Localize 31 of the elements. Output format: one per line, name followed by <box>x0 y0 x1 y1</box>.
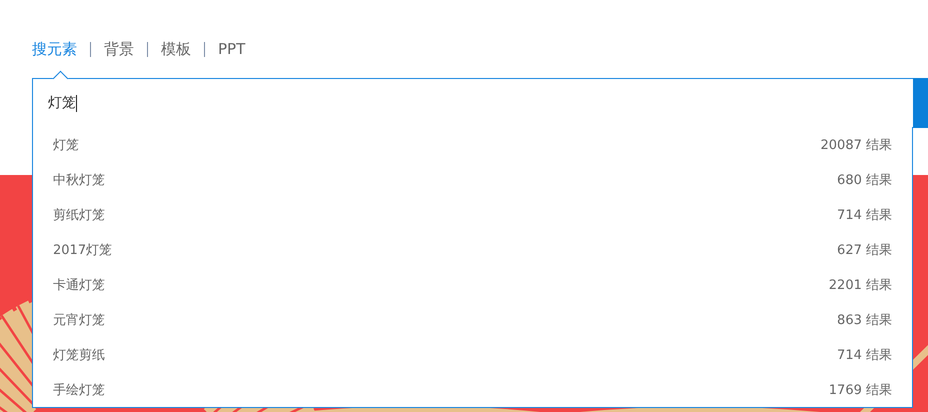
result-count: 627 结果 <box>837 242 892 258</box>
result-count: 863 结果 <box>837 312 892 328</box>
result-count: 2201 结果 <box>828 276 892 294</box>
search-button[interactable] <box>913 78 928 128</box>
suggestion-item[interactable]: 卡通灯笼 2201 结果 <box>33 267 912 302</box>
text-cursor <box>76 94 77 112</box>
suggestion-item[interactable]: 灯笼 20087 结果 <box>33 127 912 162</box>
suggestion-item[interactable]: 2017灯笼 627 结果 <box>33 232 912 267</box>
suggestion-item[interactable]: 剪纸灯笼 714 结果 <box>33 197 912 232</box>
suggestion-term: 元宵灯笼 <box>53 312 105 328</box>
suggestion-item[interactable]: 灯笼剪纸 714 结果 <box>33 337 912 372</box>
suggestion-term: 灯笼剪纸 <box>53 346 105 364</box>
search-field[interactable]: 灯笼 <box>32 78 913 128</box>
search-tab[interactable]: 搜元素 <box>32 40 77 58</box>
search-tab[interactable]: 模板 <box>161 40 191 58</box>
suggestion-item[interactable]: 中秋灯笼 680 结果 <box>33 162 912 197</box>
suggestion-item[interactable]: 手绘灯笼 1769 结果 <box>33 372 912 407</box>
suggestion-term: 手绘灯笼 <box>53 382 105 398</box>
result-count: 20087 结果 <box>820 136 892 154</box>
suggestion-term: 剪纸灯笼 <box>53 206 105 224</box>
suggestion-term: 2017灯笼 <box>53 242 112 258</box>
result-count: 714 结果 <box>837 206 892 224</box>
suggestion-term: 中秋灯笼 <box>53 172 105 188</box>
search-tab[interactable]: 背景 <box>104 40 134 58</box>
result-count: 714 结果 <box>837 346 892 364</box>
result-count: 680 结果 <box>837 172 892 188</box>
suggestion-item[interactable]: 元宵灯笼 863 结果 <box>33 302 912 337</box>
suggestion-term: 卡通灯笼 <box>53 276 105 294</box>
suggestion-term: 灯笼 <box>53 136 79 154</box>
result-count: 1769 结果 <box>828 382 892 398</box>
search-tab[interactable]: PPT <box>218 40 246 58</box>
